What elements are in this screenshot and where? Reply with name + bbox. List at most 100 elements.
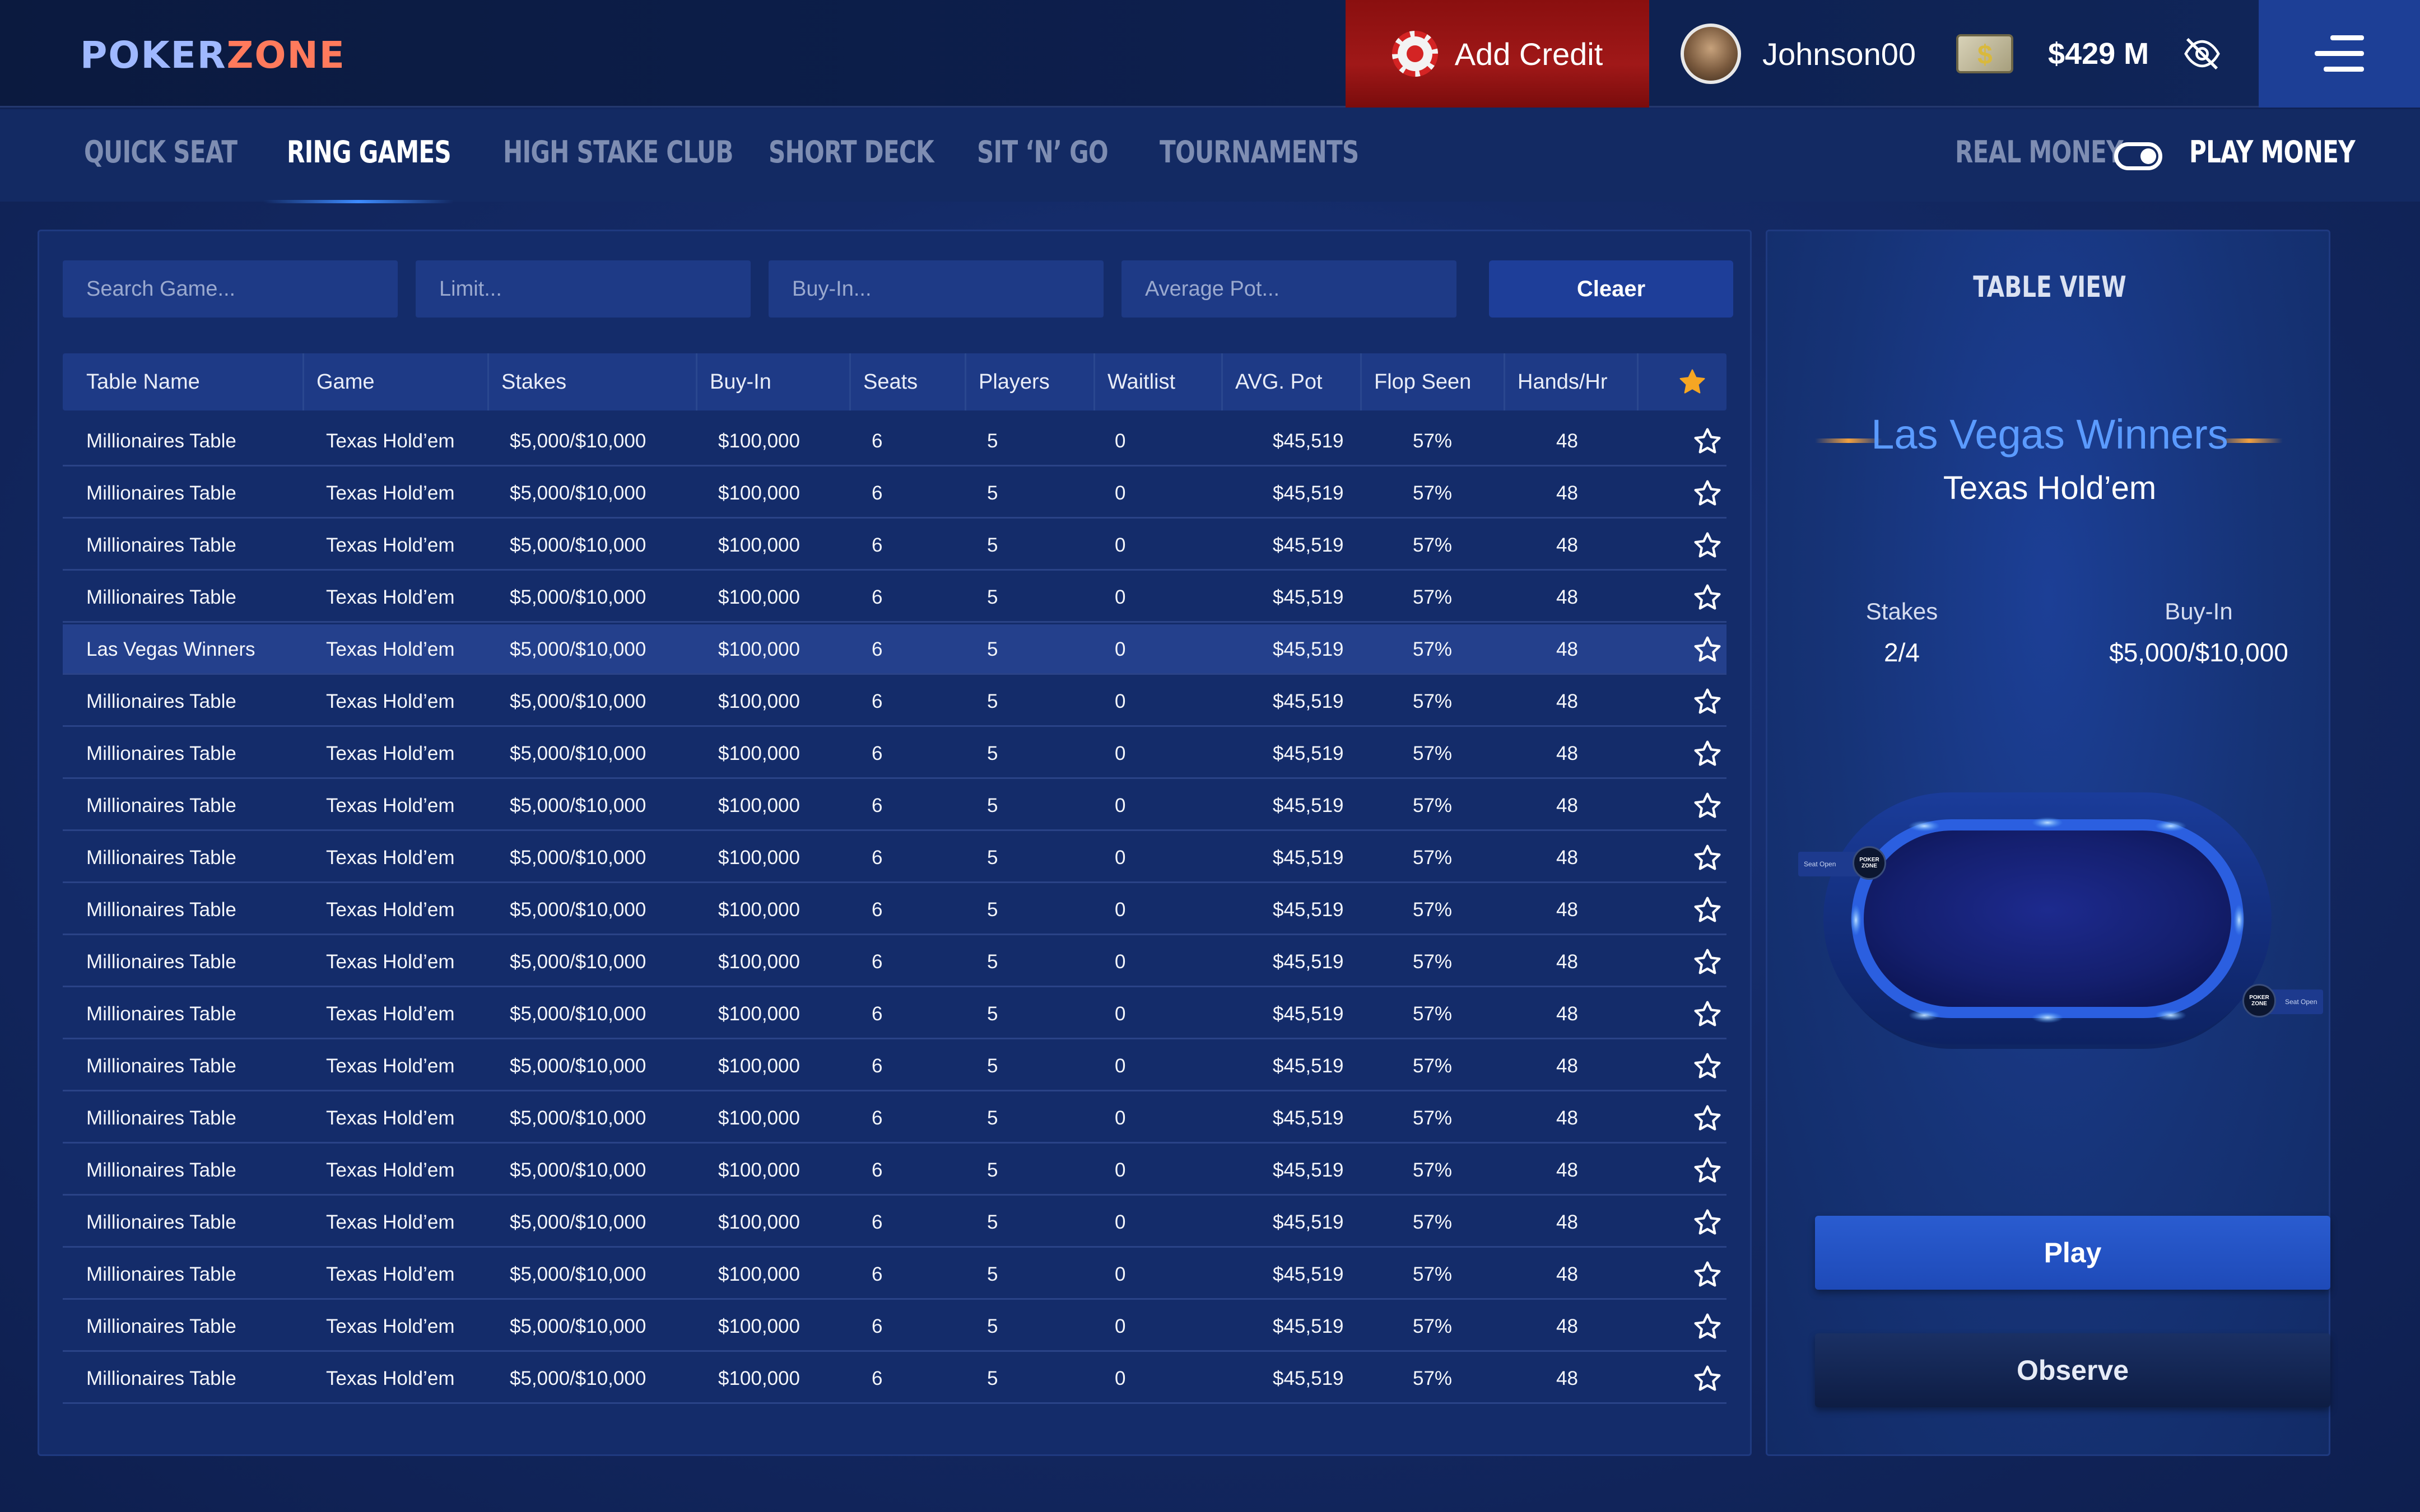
table-name-cell: Millionaires Table <box>86 1107 236 1129</box>
table-name-cell: Las Vegas Winners <box>86 638 255 660</box>
tab-high-stake-club[interactable]: HIGH STAKE CLUB <box>503 134 734 170</box>
hands-hr-cell: 48 <box>1556 1159 1578 1181</box>
top-bar: POKERZONE Add Credit Johnson00 $429 M <box>0 0 2420 108</box>
table-row[interactable]: Millionaires Table Texas Hold’em $5,000/$1… <box>63 937 1726 987</box>
table-row[interactable]: Millionaires Table Texas Hold’em $5,000/$1… <box>63 781 1726 831</box>
table-row[interactable]: Millionaires Table Texas Hold’em $5,000/$1… <box>63 885 1726 935</box>
players-cell: 5 <box>987 482 998 504</box>
column-header-favorite[interactable] <box>1637 353 1726 410</box>
table-name-cell: Millionaires Table <box>86 586 236 608</box>
column-header-hands-hr[interactable]: Hands/Hr <box>1504 353 1608 410</box>
stakes-cell: $5,000/$10,000 <box>510 1368 646 1389</box>
star-icon[interactable] <box>1692 1364 1723 1394</box>
waitlist-cell: 0 <box>1115 1315 1126 1337</box>
play-money-label[interactable]: PLAY MONEY <box>2189 134 2356 170</box>
tab-short-deck[interactable]: SHORT DECK <box>769 134 934 170</box>
table-row[interactable]: Las Vegas Winners Texas Hold’em $5,000/$10… <box>63 624 1726 675</box>
star-icon[interactable] <box>1692 687 1723 717</box>
star-icon[interactable] <box>1692 843 1723 873</box>
table-row[interactable]: Millionaires Table Texas Hold’em $5,000/$1… <box>63 1093 1726 1144</box>
table-row[interactable]: Millionaires Table Texas Hold’em $5,000/$1… <box>63 1197 1726 1248</box>
tab-quick-seat[interactable]: QUICK SEAT <box>84 134 238 170</box>
column-header-buy-in[interactable]: Buy-In <box>696 353 771 410</box>
column-header-waitlist[interactable]: Waitlist <box>1093 353 1175 410</box>
avg-pot-cell: $45,519 <box>1273 1159 1344 1181</box>
average-pot-filter[interactable]: Average Pot... <box>1121 260 1456 318</box>
search-input[interactable]: Search Game... <box>63 260 398 318</box>
logo[interactable]: POKERZONE <box>80 34 346 77</box>
add-credit-button[interactable]: Add Credit <box>1346 0 1649 108</box>
column-header-table-name[interactable]: Table Name <box>63 353 200 410</box>
column-header-players[interactable]: Players <box>965 353 1050 410</box>
table-row[interactable]: Millionaires Table Texas Hold’em $5,000/$1… <box>63 676 1726 727</box>
menu-button[interactable] <box>2259 0 2420 108</box>
buyin-cell: $100,000 <box>718 899 800 921</box>
star-icon[interactable] <box>1692 791 1723 821</box>
stakes-cell: $5,000/$10,000 <box>510 534 646 556</box>
table-row[interactable]: Millionaires Table Texas Hold’em $5,000/$1… <box>63 729 1726 779</box>
star-icon[interactable] <box>1692 1207 1723 1238</box>
avg-pot-cell: $45,519 <box>1273 1368 1344 1389</box>
table-row[interactable]: Millionaires Table Texas Hold’em $5,000/$1… <box>63 1145 1726 1196</box>
clear-filters-button[interactable]: Cleaer <box>1489 260 1733 318</box>
star-icon[interactable] <box>1692 634 1723 665</box>
players-cell: 5 <box>987 534 998 556</box>
star-icon[interactable] <box>1692 895 1723 925</box>
tab-ring-games[interactable]: RING GAMES <box>287 134 452 170</box>
seats-cell: 6 <box>872 795 883 816</box>
eye-off-icon[interactable] <box>2182 34 2222 73</box>
table-row[interactable]: Millionaires Table Texas Hold’em $5,000/$1… <box>63 1354 1726 1404</box>
star-icon[interactable] <box>1692 1259 1723 1290</box>
table-row[interactable]: Millionaires Table Texas Hold’em $5,000/$1… <box>63 1249 1726 1300</box>
waitlist-cell: 0 <box>1115 534 1126 556</box>
buyin-cell: $100,000 <box>718 743 800 764</box>
real-money-label[interactable]: REAL MONEY <box>1955 134 2124 170</box>
star-icon[interactable] <box>1692 999 1723 1029</box>
star-icon[interactable] <box>1692 582 1723 613</box>
stakes-cell: $5,000/$10,000 <box>510 1107 646 1129</box>
buyin-filter[interactable]: Buy-In... <box>769 260 1104 318</box>
table-row[interactable]: Millionaires Table Texas Hold’em $5,000/$1… <box>63 468 1726 519</box>
seats-cell: 6 <box>872 1368 883 1389</box>
star-icon[interactable] <box>1692 1051 1723 1081</box>
table-name-cell: Millionaires Table <box>86 795 236 816</box>
column-header-game[interactable]: Game <box>302 353 374 410</box>
players-cell: 5 <box>987 586 998 608</box>
table-row[interactable]: Millionaires Table Texas Hold’em $5,000/$1… <box>63 416 1726 466</box>
limit-filter[interactable]: Limit... <box>416 260 751 318</box>
avatar[interactable] <box>1681 24 1741 84</box>
hands-hr-cell: 48 <box>1556 951 1578 973</box>
star-icon[interactable] <box>1692 947 1723 977</box>
table-row[interactable]: Millionaires Table Texas Hold’em $5,000/$1… <box>63 1041 1726 1091</box>
hands-hr-cell: 48 <box>1556 795 1578 816</box>
table-row[interactable]: Millionaires Table Texas Hold’em $5,000/$1… <box>63 989 1726 1039</box>
buyin-cell: $100,000 <box>718 1159 800 1181</box>
table-row[interactable]: Millionaires Table Texas Hold’em $5,000/$1… <box>63 833 1726 883</box>
star-icon[interactable] <box>1692 1103 1723 1133</box>
avg-pot-cell: $45,519 <box>1273 1211 1344 1233</box>
observe-button[interactable]: Observe <box>1815 1333 2330 1407</box>
star-icon[interactable] <box>1692 530 1723 561</box>
play-button[interactable]: Play <box>1815 1216 2330 1290</box>
players-cell: 5 <box>987 795 998 816</box>
star-icon[interactable] <box>1692 739 1723 769</box>
poker-table-preview <box>1823 792 2272 1049</box>
table-name-cell: Millionaires Table <box>86 1159 236 1181</box>
table-row[interactable]: Millionaires Table Texas Hold’em $5,000/$1… <box>63 572 1726 623</box>
column-header-flop-seen[interactable]: Flop Seen <box>1360 353 1471 410</box>
column-header-avg-pot[interactable]: AVG. Pot <box>1221 353 1323 410</box>
selected-table-game: Texas Hold’em <box>1943 470 2157 506</box>
seats-cell: 6 <box>872 1159 883 1181</box>
table-row[interactable]: Millionaires Table Texas Hold’em $5,000/$1… <box>63 520 1726 571</box>
column-header-stakes[interactable]: Stakes <box>487 353 566 410</box>
star-icon[interactable] <box>1692 426 1723 456</box>
table-row[interactable]: Millionaires Table Texas Hold’em $5,000/$1… <box>63 1301 1726 1352</box>
tab-sit-n-go[interactable]: SIT ‘N’ GO <box>977 134 1109 170</box>
column-header-seats[interactable]: Seats <box>849 353 918 410</box>
table-header: Table Name Game Stakes Buy-In Seats Play… <box>63 353 1726 410</box>
star-icon[interactable] <box>1692 1155 1723 1186</box>
money-mode-toggle[interactable] <box>2114 142 2162 170</box>
star-icon[interactable] <box>1692 478 1723 508</box>
star-icon[interactable] <box>1692 1312 1723 1342</box>
tab-tournaments[interactable]: TOURNAMENTS <box>1160 134 1359 170</box>
